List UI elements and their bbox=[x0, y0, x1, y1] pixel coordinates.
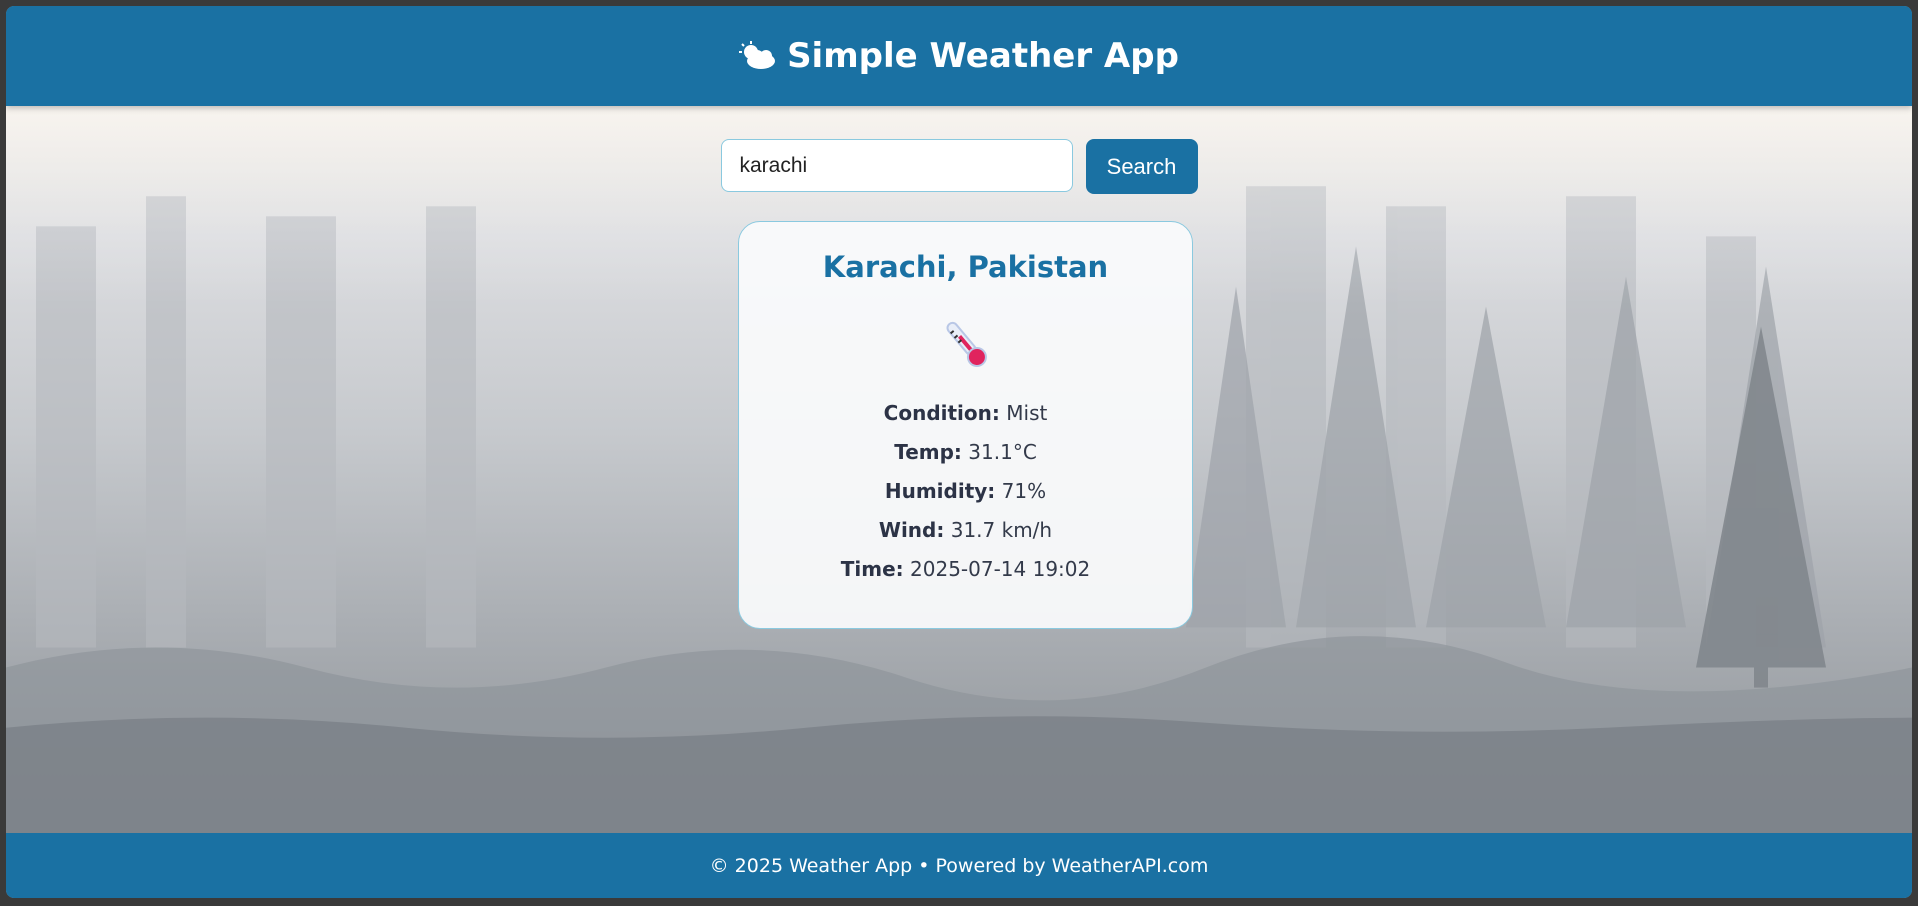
time-row: Time: 2025-07-14 19:02 bbox=[739, 550, 1192, 589]
time-label: Time: bbox=[840, 557, 904, 581]
temp-row: Temp: 31.1°C bbox=[739, 433, 1192, 472]
humidity-label: Humidity: bbox=[884, 479, 996, 503]
condition-row: Condition: Mist bbox=[739, 394, 1192, 433]
sun-behind-cloud-icon bbox=[739, 41, 777, 71]
temp-value: 31.1°C bbox=[968, 440, 1037, 464]
city-search-input[interactable] bbox=[720, 139, 1073, 192]
temp-label: Temp: bbox=[894, 440, 962, 464]
app-title: Simple Weather App bbox=[787, 36, 1179, 76]
thermometer-icon bbox=[946, 321, 987, 368]
app-header: Simple Weather App bbox=[6, 6, 1912, 106]
condition-value: Mist bbox=[1006, 401, 1048, 425]
time-value: 2025-07-14 19:02 bbox=[910, 557, 1091, 581]
weather-details: Condition: Mist Temp: 31.1°C Humidity: 7… bbox=[739, 394, 1192, 589]
search-button[interactable]: Search bbox=[1085, 139, 1198, 194]
wind-label: Wind: bbox=[878, 518, 945, 542]
humidity-row: Humidity: 71% bbox=[739, 472, 1192, 511]
app-window: Simple Weather App karachi Search Karach… bbox=[6, 6, 1912, 898]
location-title: Karachi, Pakistan bbox=[822, 250, 1109, 284]
search-bar: Search bbox=[6, 139, 1912, 194]
weather-card: Karachi, Pakistan Condition: Mist Temp: bbox=[738, 221, 1193, 629]
header-title-group: Simple Weather App bbox=[739, 36, 1179, 76]
footer-text: © 2025 Weather App • Powered by WeatherA… bbox=[709, 854, 1209, 877]
wind-value: 31.7 km/h bbox=[950, 518, 1053, 542]
humidity-value: 71% bbox=[1001, 479, 1047, 503]
wind-row: Wind: 31.7 km/h bbox=[739, 511, 1192, 550]
app-footer: © 2025 Weather App • Powered by WeatherA… bbox=[6, 833, 1912, 898]
condition-label: Condition: bbox=[883, 401, 1000, 425]
